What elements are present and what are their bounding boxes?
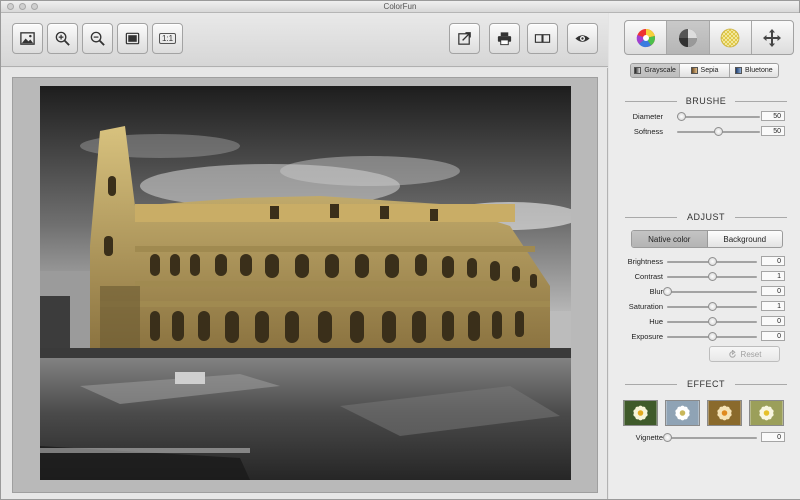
vignette-row: Vignette 0 xyxy=(609,432,800,443)
actual-size-icon: 1:1 xyxy=(158,33,177,44)
brightness-slider-knob[interactable] xyxy=(707,257,717,266)
background-tab[interactable]: Background xyxy=(708,231,783,247)
grayscale-swatch-icon xyxy=(634,67,642,74)
export-button[interactable] xyxy=(449,23,480,54)
saturation-value[interactable]: 1 xyxy=(761,301,785,311)
eye-icon xyxy=(575,35,590,42)
flower-icon xyxy=(750,401,783,425)
pattern-icon xyxy=(720,28,740,47)
zoom-out-icon xyxy=(90,31,105,46)
app-window: ColorFun 1:1 Grayscale Sepia Bluetone BR… xyxy=(0,0,800,500)
saturation-slider-knob[interactable] xyxy=(707,302,717,311)
open-image-button[interactable] xyxy=(12,23,43,54)
toolbar: 1:1 xyxy=(1,13,608,67)
effect-section-header: EFFECT xyxy=(623,379,789,389)
compare-button[interactable] xyxy=(527,23,558,54)
exposure-slider-knob[interactable] xyxy=(707,332,717,341)
effect-thumbnails xyxy=(623,400,786,426)
native-color-tab[interactable]: Native color xyxy=(632,231,708,247)
diameter-slider[interactable] xyxy=(677,116,760,118)
colosseum-image xyxy=(40,86,571,480)
fit-screen-icon xyxy=(125,32,140,45)
print-button[interactable] xyxy=(489,23,520,54)
title-bar: ColorFun xyxy=(1,1,799,13)
tab-pattern[interactable] xyxy=(710,21,752,54)
reset-icon xyxy=(728,349,736,358)
mode-sepia[interactable]: Sepia xyxy=(680,64,730,77)
diameter-row: Diameter 50 xyxy=(609,111,800,122)
flower-icon xyxy=(666,401,699,425)
preview-button[interactable] xyxy=(567,23,598,54)
tone-mode-selector: Grayscale Sepia Bluetone xyxy=(630,63,779,78)
tab-grayscale[interactable] xyxy=(667,21,710,54)
zoom-in-button[interactable] xyxy=(47,23,78,54)
vignette-slider-knob[interactable] xyxy=(662,433,672,442)
actual-size-button[interactable]: 1:1 xyxy=(152,23,183,54)
diameter-slider-knob[interactable] xyxy=(676,112,686,121)
contrast-slider-knob[interactable] xyxy=(707,272,717,281)
hue-value[interactable]: 0 xyxy=(761,316,785,326)
bluetone-swatch-icon xyxy=(735,67,742,74)
brightness-value[interactable]: 0 xyxy=(761,256,785,266)
blur-slider[interactable] xyxy=(667,291,757,293)
contrast-value[interactable]: 1 xyxy=(761,271,785,281)
effect-thumbnail-1[interactable] xyxy=(623,400,658,426)
zoom-out-button[interactable] xyxy=(82,23,113,54)
move-arrows-icon xyxy=(763,28,782,47)
hue-row: Hue 0 xyxy=(609,316,800,327)
tab-move[interactable] xyxy=(752,21,793,54)
softness-slider-knob[interactable] xyxy=(714,127,723,136)
fit-screen-button[interactable] xyxy=(117,23,148,54)
contrast-row: Contrast 1 xyxy=(609,271,800,282)
print-icon xyxy=(497,32,512,46)
open-image-icon xyxy=(20,32,35,45)
panel-tabs xyxy=(624,20,794,55)
grayscale-wheel-icon xyxy=(678,28,697,47)
exposure-value[interactable]: 0 xyxy=(761,331,785,341)
window-title: ColorFun xyxy=(383,2,417,11)
mode-bluetone[interactable]: Bluetone xyxy=(730,64,778,77)
blur-value[interactable]: 0 xyxy=(761,286,785,296)
tab-color[interactable] xyxy=(625,21,668,54)
sepia-swatch-icon xyxy=(690,67,698,74)
compare-icon xyxy=(534,34,551,43)
color-wheel-icon xyxy=(636,28,655,47)
hue-slider-knob[interactable] xyxy=(707,317,717,326)
brightness-row: Brightness 0 xyxy=(609,256,800,267)
vignette-value[interactable]: 0 xyxy=(761,432,785,442)
image-frame xyxy=(12,77,598,493)
blur-row: Blur 0 xyxy=(609,286,800,297)
softness-row: Softness 50 xyxy=(609,126,800,137)
effect-thumbnail-3[interactable] xyxy=(707,400,742,426)
saturation-row: Saturation 1 xyxy=(609,301,800,312)
reset-button[interactable]: Reset xyxy=(709,346,780,362)
export-icon xyxy=(458,32,471,45)
adjust-section-header: ADJUST xyxy=(623,212,789,222)
effect-thumbnail-4[interactable] xyxy=(749,400,784,426)
adjust-target-selector: Native color Background xyxy=(631,230,783,248)
exposure-row: Exposure 0 xyxy=(609,331,800,342)
flower-icon xyxy=(624,401,657,425)
brushe-section-header: BRUSHE xyxy=(623,96,789,106)
vignette-slider[interactable] xyxy=(667,437,757,439)
effect-thumbnail-2[interactable] xyxy=(665,400,700,426)
zoom-in-icon xyxy=(55,31,70,46)
flower-icon xyxy=(708,401,741,425)
photo-colosseum[interactable] xyxy=(40,86,571,480)
diameter-value[interactable]: 50 xyxy=(761,111,785,121)
blur-slider-knob[interactable] xyxy=(662,287,672,296)
canvas-area[interactable] xyxy=(1,68,608,499)
mode-grayscale[interactable]: Grayscale xyxy=(631,64,681,77)
softness-value[interactable]: 50 xyxy=(761,126,785,136)
side-panel: Grayscale Sepia Bluetone BRUSHE Diameter… xyxy=(609,13,800,499)
